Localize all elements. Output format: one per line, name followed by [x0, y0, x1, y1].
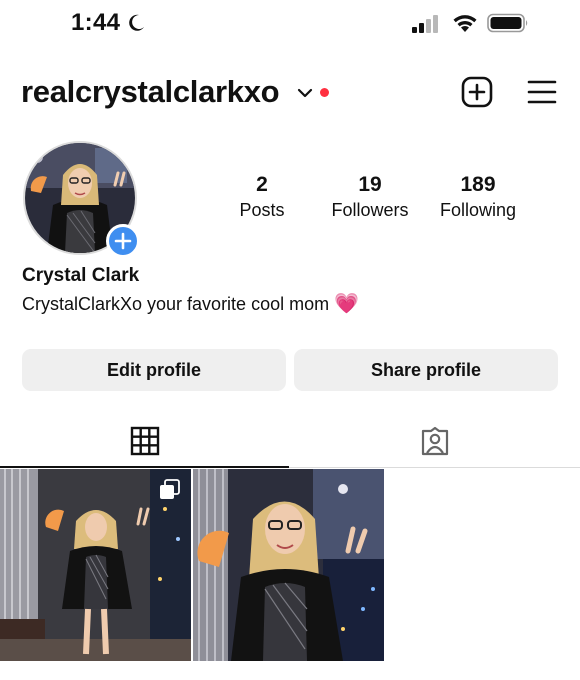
followers-count: 19	[358, 173, 382, 196]
following-label: Following	[439, 200, 517, 220]
posts-label: Posts	[239, 200, 285, 220]
tagged-icon	[421, 426, 449, 456]
full-name: Crystal Clark	[22, 265, 140, 286]
cellular-signal-icon	[412, 15, 438, 33]
stat-following[interactable]: 189 Following	[430, 172, 526, 222]
status-bar: 1:44	[0, 0, 580, 46]
bio-text: CrystalClarkXo your favorite cool mom	[22, 294, 330, 314]
stat-followers[interactable]: 19 Followers	[322, 172, 418, 222]
bio: CrystalClarkXo your favorite cool mom 💗	[22, 291, 359, 316]
profile-header: realcrystalclarkxo	[0, 66, 580, 118]
wifi-icon	[453, 15, 477, 32]
status-time: 1:44	[71, 9, 121, 36]
multiple-photos-icon	[160, 479, 180, 499]
share-profile-button[interactable]: Share profile	[294, 349, 558, 391]
avatar-container	[23, 141, 140, 258]
edit-profile-button[interactable]: Edit profile	[22, 349, 286, 391]
followers-label: Followers	[331, 200, 409, 220]
posts-count: 2	[256, 173, 268, 196]
stat-posts[interactable]: 2 Posts	[220, 172, 304, 222]
grid-icon	[130, 426, 159, 456]
menu-icon[interactable]	[526, 78, 558, 106]
following-count: 189	[460, 173, 496, 196]
tab-tagged[interactable]	[290, 414, 580, 468]
username[interactable]: realcrystalclarkxo	[21, 74, 280, 110]
add-story-icon[interactable]	[106, 224, 140, 258]
heart-emoji: 💗	[334, 293, 360, 315]
moon-icon	[129, 14, 144, 31]
new-post-icon[interactable]	[460, 75, 494, 109]
chevron-down-icon[interactable]	[296, 86, 314, 100]
post-thumbnail[interactable]	[193, 469, 384, 661]
active-tab-indicator	[0, 466, 289, 468]
content-tabs	[0, 414, 580, 468]
notification-dot	[320, 88, 329, 97]
battery-icon	[487, 13, 528, 33]
tab-posts-grid[interactable]	[0, 414, 289, 468]
post-thumbnail[interactable]	[0, 469, 191, 661]
